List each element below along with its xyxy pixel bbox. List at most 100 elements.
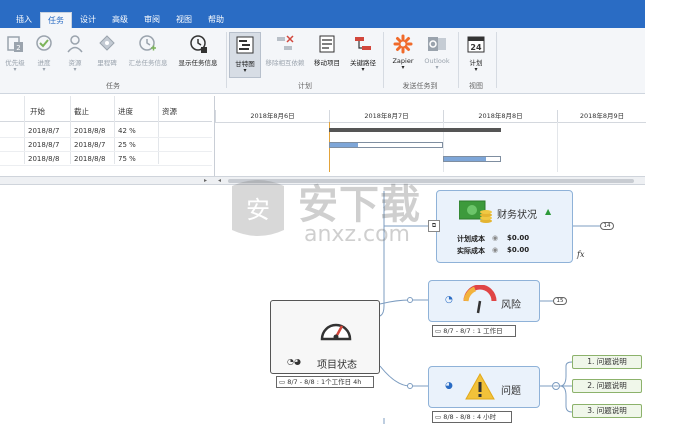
schedule-button[interactable]: 24 计划 ▾ xyxy=(462,32,490,78)
summary-task-info-button[interactable]: 汇总任务信息 xyxy=(124,32,172,78)
outlook-button[interactable]: Outlook ▾ xyxy=(421,32,453,78)
svg-text:24: 24 xyxy=(470,43,482,52)
collapse-up-icon[interactable]: ▲ xyxy=(545,207,551,216)
show-task-info-icon xyxy=(188,34,208,54)
tab-insert[interactable]: 插入 xyxy=(8,12,40,28)
tab-review[interactable]: 审阅 xyxy=(136,12,168,28)
milestone-button[interactable]: 里程碑 xyxy=(92,32,122,78)
task-progress-fill xyxy=(444,157,486,161)
issue-subtopic[interactable]: 3. 问题说明 xyxy=(572,404,642,418)
start-date-cell[interactable]: 2018/8/7 xyxy=(28,127,59,135)
chevron-down-icon: ▾ xyxy=(42,66,46,73)
resource-button[interactable]: 资源 ▾ xyxy=(60,32,90,78)
summary-task-bar[interactable] xyxy=(329,128,501,132)
tab-view[interactable]: 视图 xyxy=(168,12,200,28)
gantt-chart-icon xyxy=(235,35,255,55)
tab-task[interactable]: 任务 xyxy=(40,12,72,28)
calendar-icon: ▭ xyxy=(279,378,286,386)
chevron-down-icon: ▾ xyxy=(243,67,247,74)
progress-cell[interactable]: 75 % xyxy=(118,155,136,163)
finance-node[interactable]: 财务状况 ▲ 计划成本 ◉ $0.00 实际成本 ◉ $0.00 xyxy=(436,190,573,263)
end-date-cell[interactable]: 2018/8/8 xyxy=(74,127,105,135)
ribbon-panel: 2 优先级 ▾ 进度 ▾ 资源 ▾ 里程碑 汇总任务信息 显示任务信息 任务 甘… xyxy=(0,28,645,94)
root-task-info[interactable]: ▭ 8/7 - 8/8 : 1个工作日 4h xyxy=(276,376,374,388)
column-header-resource[interactable]: 资源 xyxy=(162,106,177,117)
tab-help[interactable]: 帮助 xyxy=(200,12,232,28)
progress-cell[interactable]: 42 % xyxy=(118,127,136,135)
issue-subtopic[interactable]: 2. 问题说明 xyxy=(572,379,642,393)
priority-icon: 2 xyxy=(5,34,25,54)
actual-cost-label: 实际成本 xyxy=(457,247,485,255)
attachment-icon[interactable]: ⧉ xyxy=(428,220,440,232)
issue-task-info[interactable]: ▭ 8/8 - 8/8 : 4 小时 xyxy=(432,411,512,423)
chevron-down-icon: ▾ xyxy=(474,66,478,73)
zapier-button[interactable]: Zapier ▾ xyxy=(387,32,419,78)
risk-node[interactable]: ◔ 风险 xyxy=(428,280,540,322)
gantt-timeline: 2018年8月6日 2018年8月7日 2018年8月8日 2018年8月9日 xyxy=(214,96,646,176)
show-task-info-label: 显示任务信息 xyxy=(178,59,218,67)
show-task-info-button[interactable]: 显示任务信息 xyxy=(174,32,222,78)
remove-dependency-icon xyxy=(275,34,295,54)
critical-path-button[interactable]: 关键路径 ▾ xyxy=(347,32,379,78)
summary-info-icon xyxy=(138,34,158,54)
issue-node[interactable]: ◕ 问题 xyxy=(428,366,540,408)
group-label-view: 视图 xyxy=(469,82,483,90)
resource-icon xyxy=(65,34,85,54)
progress-cell[interactable]: 25 % xyxy=(118,141,136,149)
gauge-icon xyxy=(320,317,352,345)
table-row[interactable]: 2018/8/7 2018/8/7 25 % xyxy=(0,138,212,152)
formula-label[interactable]: fx xyxy=(577,250,584,259)
topic-count-badge[interactable]: 15 xyxy=(553,297,567,305)
calendar-icon: ▭ xyxy=(435,413,442,421)
risk-title: 风险 xyxy=(501,300,521,311)
issue-subtopic[interactable]: 1. 问题说明 xyxy=(572,355,642,369)
money-icon xyxy=(458,199,492,223)
move-project-button[interactable]: 移动项目 xyxy=(309,32,345,78)
zapier-icon xyxy=(393,34,413,54)
risk-gauge-icon xyxy=(463,284,497,315)
actual-cost-value: $0.00 xyxy=(507,246,530,254)
progress-button[interactable]: 进度 ▾ xyxy=(30,32,58,78)
topic-count-badge[interactable]: 14 xyxy=(600,222,614,230)
start-date-cell[interactable]: 2018/8/7 xyxy=(28,141,59,149)
scroll-right-arrow[interactable]: ▸ xyxy=(204,177,207,185)
chevron-down-icon: ▾ xyxy=(361,66,365,73)
gantt-chart-button[interactable]: 甘特图 ▾ xyxy=(229,32,261,78)
tab-design[interactable]: 设计 xyxy=(72,12,104,28)
horizontal-scrollbar[interactable]: ▸ ◂ xyxy=(0,176,645,185)
ribbon-tab-bar: 插入 任务 设计 高级 审阅 视图 帮助 xyxy=(0,0,645,28)
clock-status-icon: ◔◕ xyxy=(287,357,301,366)
chevron-down-icon: ▾ xyxy=(435,64,439,71)
end-date-cell[interactable]: 2018/8/7 xyxy=(74,141,105,149)
priority-button[interactable]: 2 优先级 ▾ xyxy=(2,32,28,78)
column-header-progress[interactable]: 进度 xyxy=(118,106,133,117)
risk-task-info[interactable]: ▭ 8/7 - 8/7 : 1 工作日 xyxy=(432,325,516,337)
day-divider xyxy=(557,122,558,172)
start-date-cell[interactable]: 2018/8/8 xyxy=(28,155,59,163)
warning-icon xyxy=(465,372,495,402)
tab-advanced[interactable]: 高级 xyxy=(104,12,136,28)
ribbon-separator xyxy=(383,32,384,88)
end-date-cell[interactable]: 2018/8/8 xyxy=(74,155,105,163)
column-header-end[interactable]: 截止 xyxy=(74,106,89,117)
root-node[interactable]: ◔◕ 项目状态 xyxy=(270,300,380,374)
column-header-start[interactable]: 开始 xyxy=(30,106,45,117)
task-progress-fill xyxy=(330,143,358,147)
scrollbar-thumb[interactable] xyxy=(228,179,634,183)
task-bar[interactable] xyxy=(443,156,501,162)
scroll-left-arrow[interactable]: ◂ xyxy=(218,177,221,185)
group-label-task: 任务 xyxy=(106,82,120,90)
table-row[interactable]: 2018/8/7 2018/8/8 42 % xyxy=(0,124,212,138)
milestone-icon xyxy=(97,34,117,54)
svg-text:2: 2 xyxy=(16,44,20,52)
critical-path-icon xyxy=(353,34,373,54)
progress-icon xyxy=(34,34,54,54)
issue-title: 问题 xyxy=(501,386,521,397)
outlook-icon xyxy=(427,34,447,54)
calendar-icon: ▭ xyxy=(435,327,442,335)
task-bar[interactable] xyxy=(329,142,443,148)
remove-dependency-button[interactable]: 移除相互依赖 xyxy=(263,32,307,78)
mind-map-canvas[interactable]: 财务状况 ▲ 计划成本 ◉ $0.00 实际成本 ◉ $0.00 ⧉ 14 fx… xyxy=(0,186,645,424)
chevron-down-icon: ▾ xyxy=(13,66,17,73)
table-row[interactable]: 2018/8/8 2018/8/8 75 % xyxy=(0,152,212,166)
